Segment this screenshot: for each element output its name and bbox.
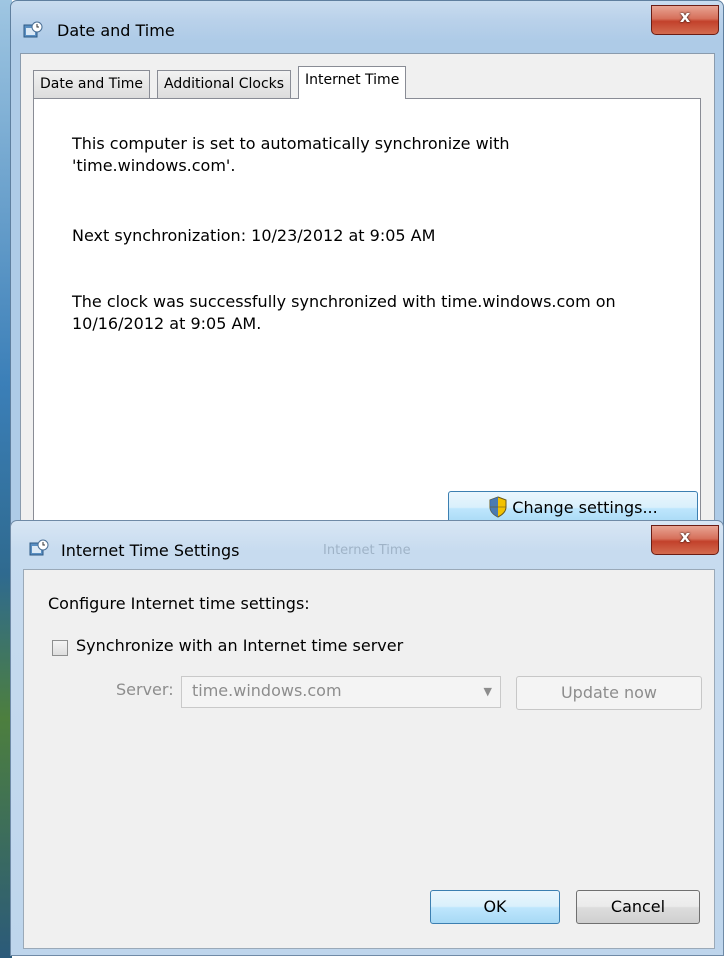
settings-heading: Configure Internet time settings: xyxy=(48,594,310,613)
sync-info-line-2: 'time.windows.com'. xyxy=(72,156,236,175)
close-button[interactable]: x xyxy=(651,5,719,35)
date-time-icon xyxy=(29,539,49,556)
cancel-button[interactable]: Cancel xyxy=(576,890,700,924)
dialog-title: Internet Time Settings xyxy=(61,541,240,560)
sync-info-line-1: This computer is set to automatically sy… xyxy=(72,134,510,153)
chevron-down-icon[interactable]: ▼ xyxy=(484,677,492,707)
date-time-window: Date and Time x Date and Time Additional… xyxy=(10,0,724,540)
dialog-content: Configure Internet time settings: Synchr… xyxy=(23,569,715,949)
dialog-body: Date and Time Additional Clocks Internet… xyxy=(20,53,715,538)
last-sync-line-2: 10/16/2012 at 9:05 AM. xyxy=(72,314,262,333)
title-bar[interactable]: Date and Time x xyxy=(11,1,723,51)
tab-additional-clocks[interactable]: Additional Clocks xyxy=(157,70,292,98)
internet-time-settings-dialog: Internet Time Settings Internet Time x C… xyxy=(10,520,724,956)
internet-time-panel: This computer is set to automatically sy… xyxy=(33,98,701,531)
date-time-icon xyxy=(23,21,43,38)
change-settings-label: Change settings... xyxy=(512,498,658,517)
last-sync-line-1: The clock was successfully synchronized … xyxy=(72,292,616,311)
ok-button[interactable]: OK xyxy=(430,890,560,924)
dialog-close-button[interactable]: x xyxy=(651,525,719,555)
tab-internet-time[interactable]: Internet Time xyxy=(298,66,407,99)
sync-info-text: This computer is set to automatically sy… xyxy=(72,133,672,177)
dialog-title-bar[interactable]: Internet Time Settings Internet Time x xyxy=(11,521,723,571)
sync-checkbox[interactable] xyxy=(52,640,68,656)
close-icon: x xyxy=(679,527,691,546)
update-now-button[interactable]: Update now xyxy=(516,676,702,710)
server-label: Server: xyxy=(116,680,174,699)
server-value: time.windows.com xyxy=(192,681,342,700)
window-title: Date and Time xyxy=(57,21,175,40)
ghost-tab-text: Internet Time xyxy=(323,543,411,558)
close-icon: x xyxy=(679,7,691,26)
tab-date-and-time[interactable]: Date and Time xyxy=(33,70,150,98)
uac-shield-icon xyxy=(489,496,507,518)
next-sync-text: Next synchronization: 10/23/2012 at 9:05… xyxy=(72,226,436,245)
sync-checkbox-label[interactable]: Synchronize with an Internet time server xyxy=(76,636,403,655)
last-sync-text: The clock was successfully synchronized … xyxy=(72,291,672,335)
server-combobox[interactable]: time.windows.com ▼ xyxy=(181,676,501,708)
